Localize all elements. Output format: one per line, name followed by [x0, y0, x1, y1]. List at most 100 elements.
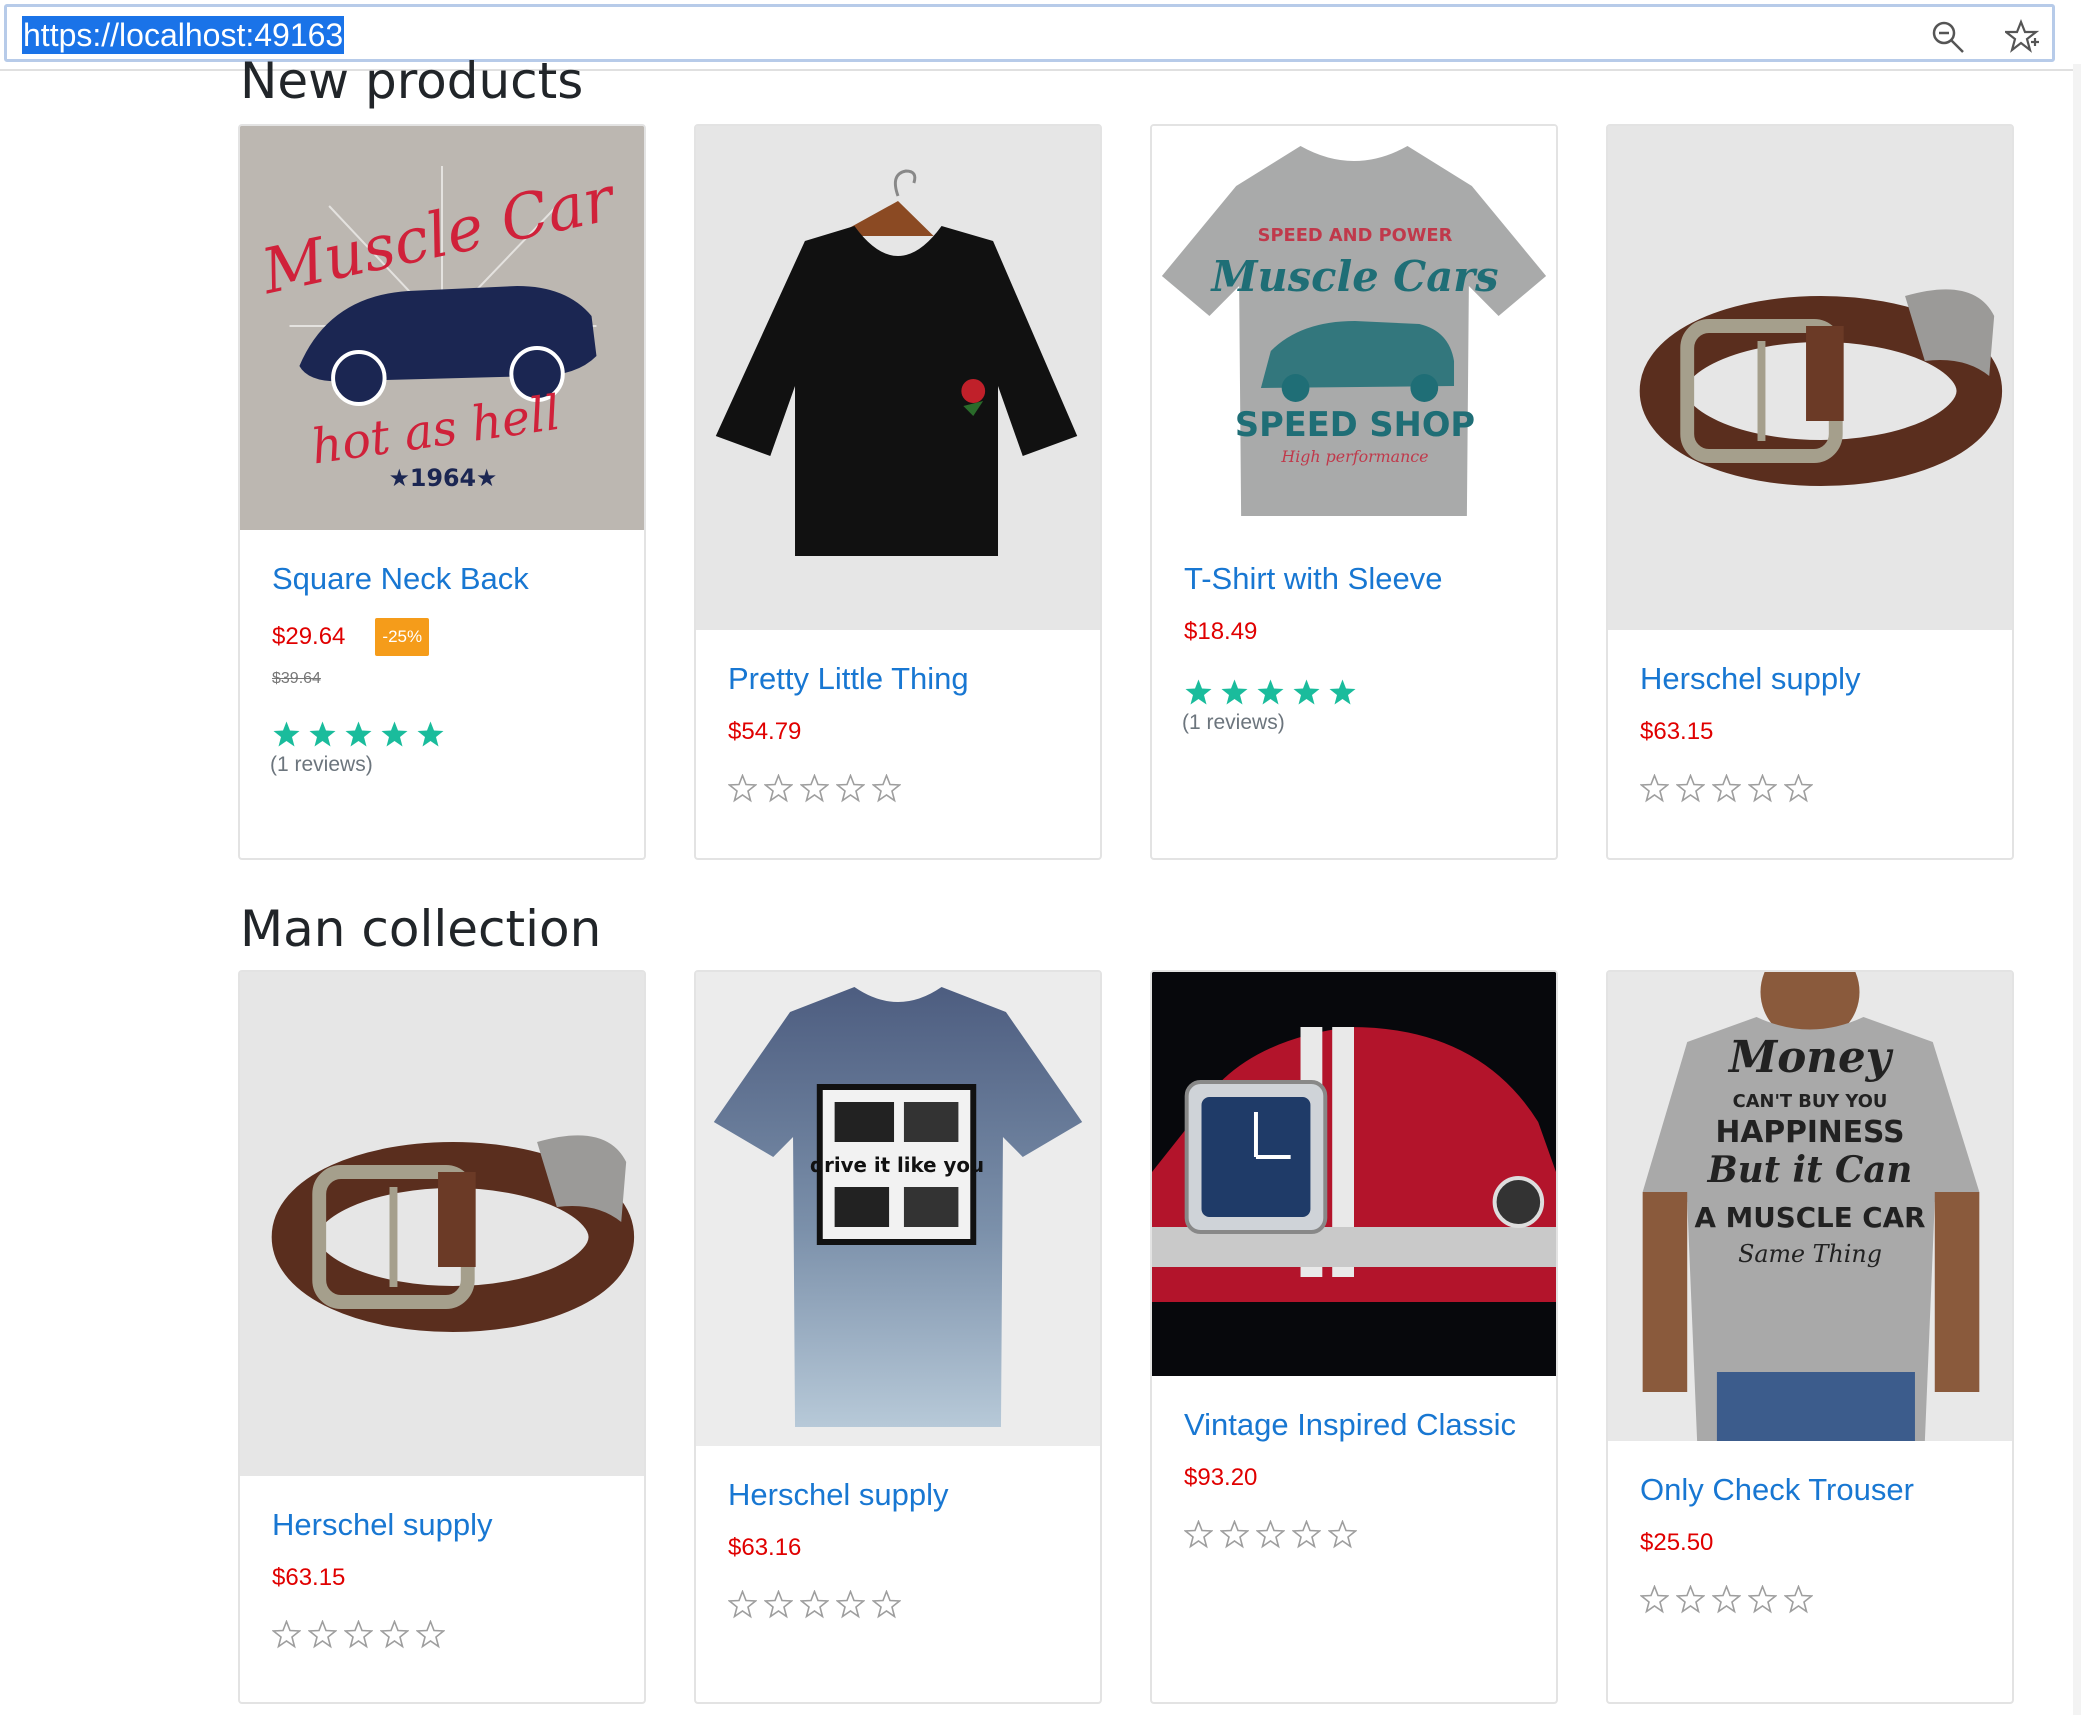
star-empty-icon[interactable] — [416, 1620, 445, 1649]
price-row: $18.49 — [1184, 618, 1526, 646]
product-price: $93.20 — [1184, 1464, 1258, 1491]
star-empty-icon[interactable] — [1184, 1520, 1213, 1549]
star-filled-icon[interactable] — [1220, 678, 1249, 707]
star-empty-icon[interactable] — [800, 774, 829, 803]
star-filled-icon[interactable] — [1256, 678, 1285, 707]
product-title-link[interactable]: Only Check Trouser — [1640, 1471, 1982, 1509]
star-empty-icon[interactable] — [380, 1620, 409, 1649]
rating-stars[interactable] — [272, 720, 614, 749]
zoom-icon[interactable] — [1930, 19, 1966, 55]
price-row: $29.64 -25% — [272, 618, 614, 656]
rating-stars[interactable] — [728, 774, 1070, 803]
star-filled-icon[interactable] — [416, 720, 445, 749]
star-empty-icon[interactable] — [836, 774, 865, 803]
star-empty-icon[interactable] — [272, 1620, 301, 1649]
svg-text:Same Thing: Same Thing — [1738, 1240, 1882, 1268]
discount-badge: -25% — [375, 618, 430, 656]
price-row: $25.50 — [1640, 1529, 1982, 1557]
star-empty-icon[interactable] — [1784, 1585, 1813, 1614]
star-empty-icon[interactable] — [800, 1590, 829, 1619]
product-image[interactable] — [696, 126, 1100, 630]
product-card[interactable]: Money CAN'T BUY YOU HAPPINESS But it Can… — [1606, 970, 2014, 1704]
price-row: $54.79 — [728, 718, 1070, 746]
star-empty-icon[interactable] — [872, 1590, 901, 1619]
star-empty-icon[interactable] — [308, 1620, 337, 1649]
star-empty-icon[interactable] — [344, 1620, 373, 1649]
product-price: $63.15 — [272, 1564, 346, 1591]
star-empty-icon[interactable] — [872, 774, 901, 803]
product-title-link[interactable]: Herschel supply — [1640, 660, 1982, 698]
product-image[interactable]: Muscle Car hot as hell ★1964★ — [240, 126, 644, 530]
star-filled-icon[interactable] — [1292, 678, 1321, 707]
product-title-link[interactable]: Herschel supply — [728, 1476, 1070, 1514]
product-image[interactable]: SPEED AND POWER Muscle Cars SPEED SHOP H… — [1152, 126, 1556, 530]
product-image[interactable] — [1608, 126, 2012, 630]
star-filled-icon[interactable] — [380, 720, 409, 749]
star-empty-icon[interactable] — [1256, 1520, 1285, 1549]
svg-text:drive it like you: drive it like you — [810, 1154, 984, 1177]
review-count: (1 reviews) — [270, 753, 373, 776]
rating-stars[interactable] — [1640, 774, 1982, 803]
star-filled-icon[interactable] — [1328, 678, 1357, 707]
svg-text:CAN'T BUY YOU: CAN'T BUY YOU — [1733, 1091, 1888, 1112]
product-title-link[interactable]: T-Shirt with Sleeve — [1184, 560, 1526, 598]
star-empty-icon[interactable] — [1676, 774, 1705, 803]
rating-stars[interactable] — [1640, 1585, 1982, 1614]
product-card[interactable]: Muscle Car hot as hell ★1964★ Square Neck… — [238, 124, 646, 860]
product-card[interactable]: drive it like you Herschel supply $63.16 — [694, 970, 1102, 1704]
star-empty-icon[interactable] — [1292, 1520, 1321, 1549]
star-empty-icon[interactable] — [1712, 774, 1741, 803]
star-empty-icon[interactable] — [1784, 774, 1813, 803]
product-title-link[interactable]: Pretty Little Thing — [728, 660, 1070, 698]
product-card[interactable]: Pretty Little Thing $54.79 — [694, 124, 1102, 860]
product-card[interactable]: Herschel supply $63.15 — [1606, 124, 2014, 860]
star-empty-icon[interactable] — [1640, 774, 1669, 803]
product-price: $54.79 — [728, 718, 802, 745]
star-filled-icon[interactable] — [344, 720, 373, 749]
section-title-man-collection: Man collection — [240, 900, 602, 958]
star-empty-icon[interactable] — [1328, 1520, 1357, 1549]
product-grid-new: Muscle Car hot as hell ★1964★ Square Neck… — [238, 124, 2014, 860]
svg-text:HAPPINESS: HAPPINESS — [1716, 1115, 1905, 1150]
star-empty-icon[interactable] — [1748, 774, 1777, 803]
product-card[interactable]: Vintage Inspired Classic $93.20 — [1150, 970, 1558, 1704]
svg-text:Money: Money — [1727, 1032, 1893, 1083]
product-price: $29.64 — [272, 623, 346, 650]
svg-text:Muscle Cars: Muscle Cars — [1209, 252, 1498, 301]
product-card[interactable]: SPEED AND POWER Muscle Cars SPEED SHOP H… — [1150, 124, 1558, 860]
rating-stars[interactable] — [1184, 678, 1526, 707]
star-empty-icon[interactable] — [764, 1590, 793, 1619]
scrollbar[interactable] — [2073, 64, 2081, 1715]
price-row: $63.15 — [1640, 718, 1982, 746]
star-empty-icon[interactable] — [764, 774, 793, 803]
star-empty-icon[interactable] — [728, 1590, 757, 1619]
product-title-link[interactable]: Vintage Inspired Classic — [1184, 1406, 1526, 1444]
star-empty-icon[interactable] — [1220, 1520, 1249, 1549]
star-filled-icon[interactable] — [1184, 678, 1213, 707]
product-grid-man: Herschel supply $63.15 drive it like you H… — [238, 970, 2014, 1704]
product-image[interactable] — [1152, 972, 1556, 1376]
url-text[interactable]: https://localhost:49163 — [22, 16, 345, 54]
star-filled-icon[interactable] — [308, 720, 337, 749]
product-title-link[interactable]: Square Neck Back — [272, 560, 614, 598]
product-price: $25.50 — [1640, 1529, 1714, 1556]
star-empty-icon[interactable] — [836, 1590, 865, 1619]
svg-text:★1964★: ★1964★ — [389, 464, 498, 492]
favorite-star-icon[interactable] — [2002, 19, 2041, 55]
svg-text:But it Can: But it Can — [1707, 1149, 1913, 1191]
star-filled-icon[interactable] — [272, 720, 301, 749]
star-empty-icon[interactable] — [728, 774, 757, 803]
star-empty-icon[interactable] — [1748, 1585, 1777, 1614]
star-empty-icon[interactable] — [1712, 1585, 1741, 1614]
star-empty-icon[interactable] — [1676, 1585, 1705, 1614]
product-image[interactable]: drive it like you — [696, 972, 1100, 1446]
svg-text:SPEED SHOP: SPEED SHOP — [1235, 405, 1475, 444]
product-title-link[interactable]: Herschel supply — [272, 1506, 614, 1544]
product-image[interactable] — [240, 972, 644, 1476]
rating-stars[interactable] — [1184, 1520, 1526, 1549]
product-image[interactable]: Money CAN'T BUY YOU HAPPINESS But it Can… — [1608, 972, 2012, 1441]
rating-stars[interactable] — [728, 1590, 1070, 1619]
rating-stars[interactable] — [272, 1620, 614, 1649]
product-card[interactable]: Herschel supply $63.15 — [238, 970, 646, 1704]
star-empty-icon[interactable] — [1640, 1585, 1669, 1614]
